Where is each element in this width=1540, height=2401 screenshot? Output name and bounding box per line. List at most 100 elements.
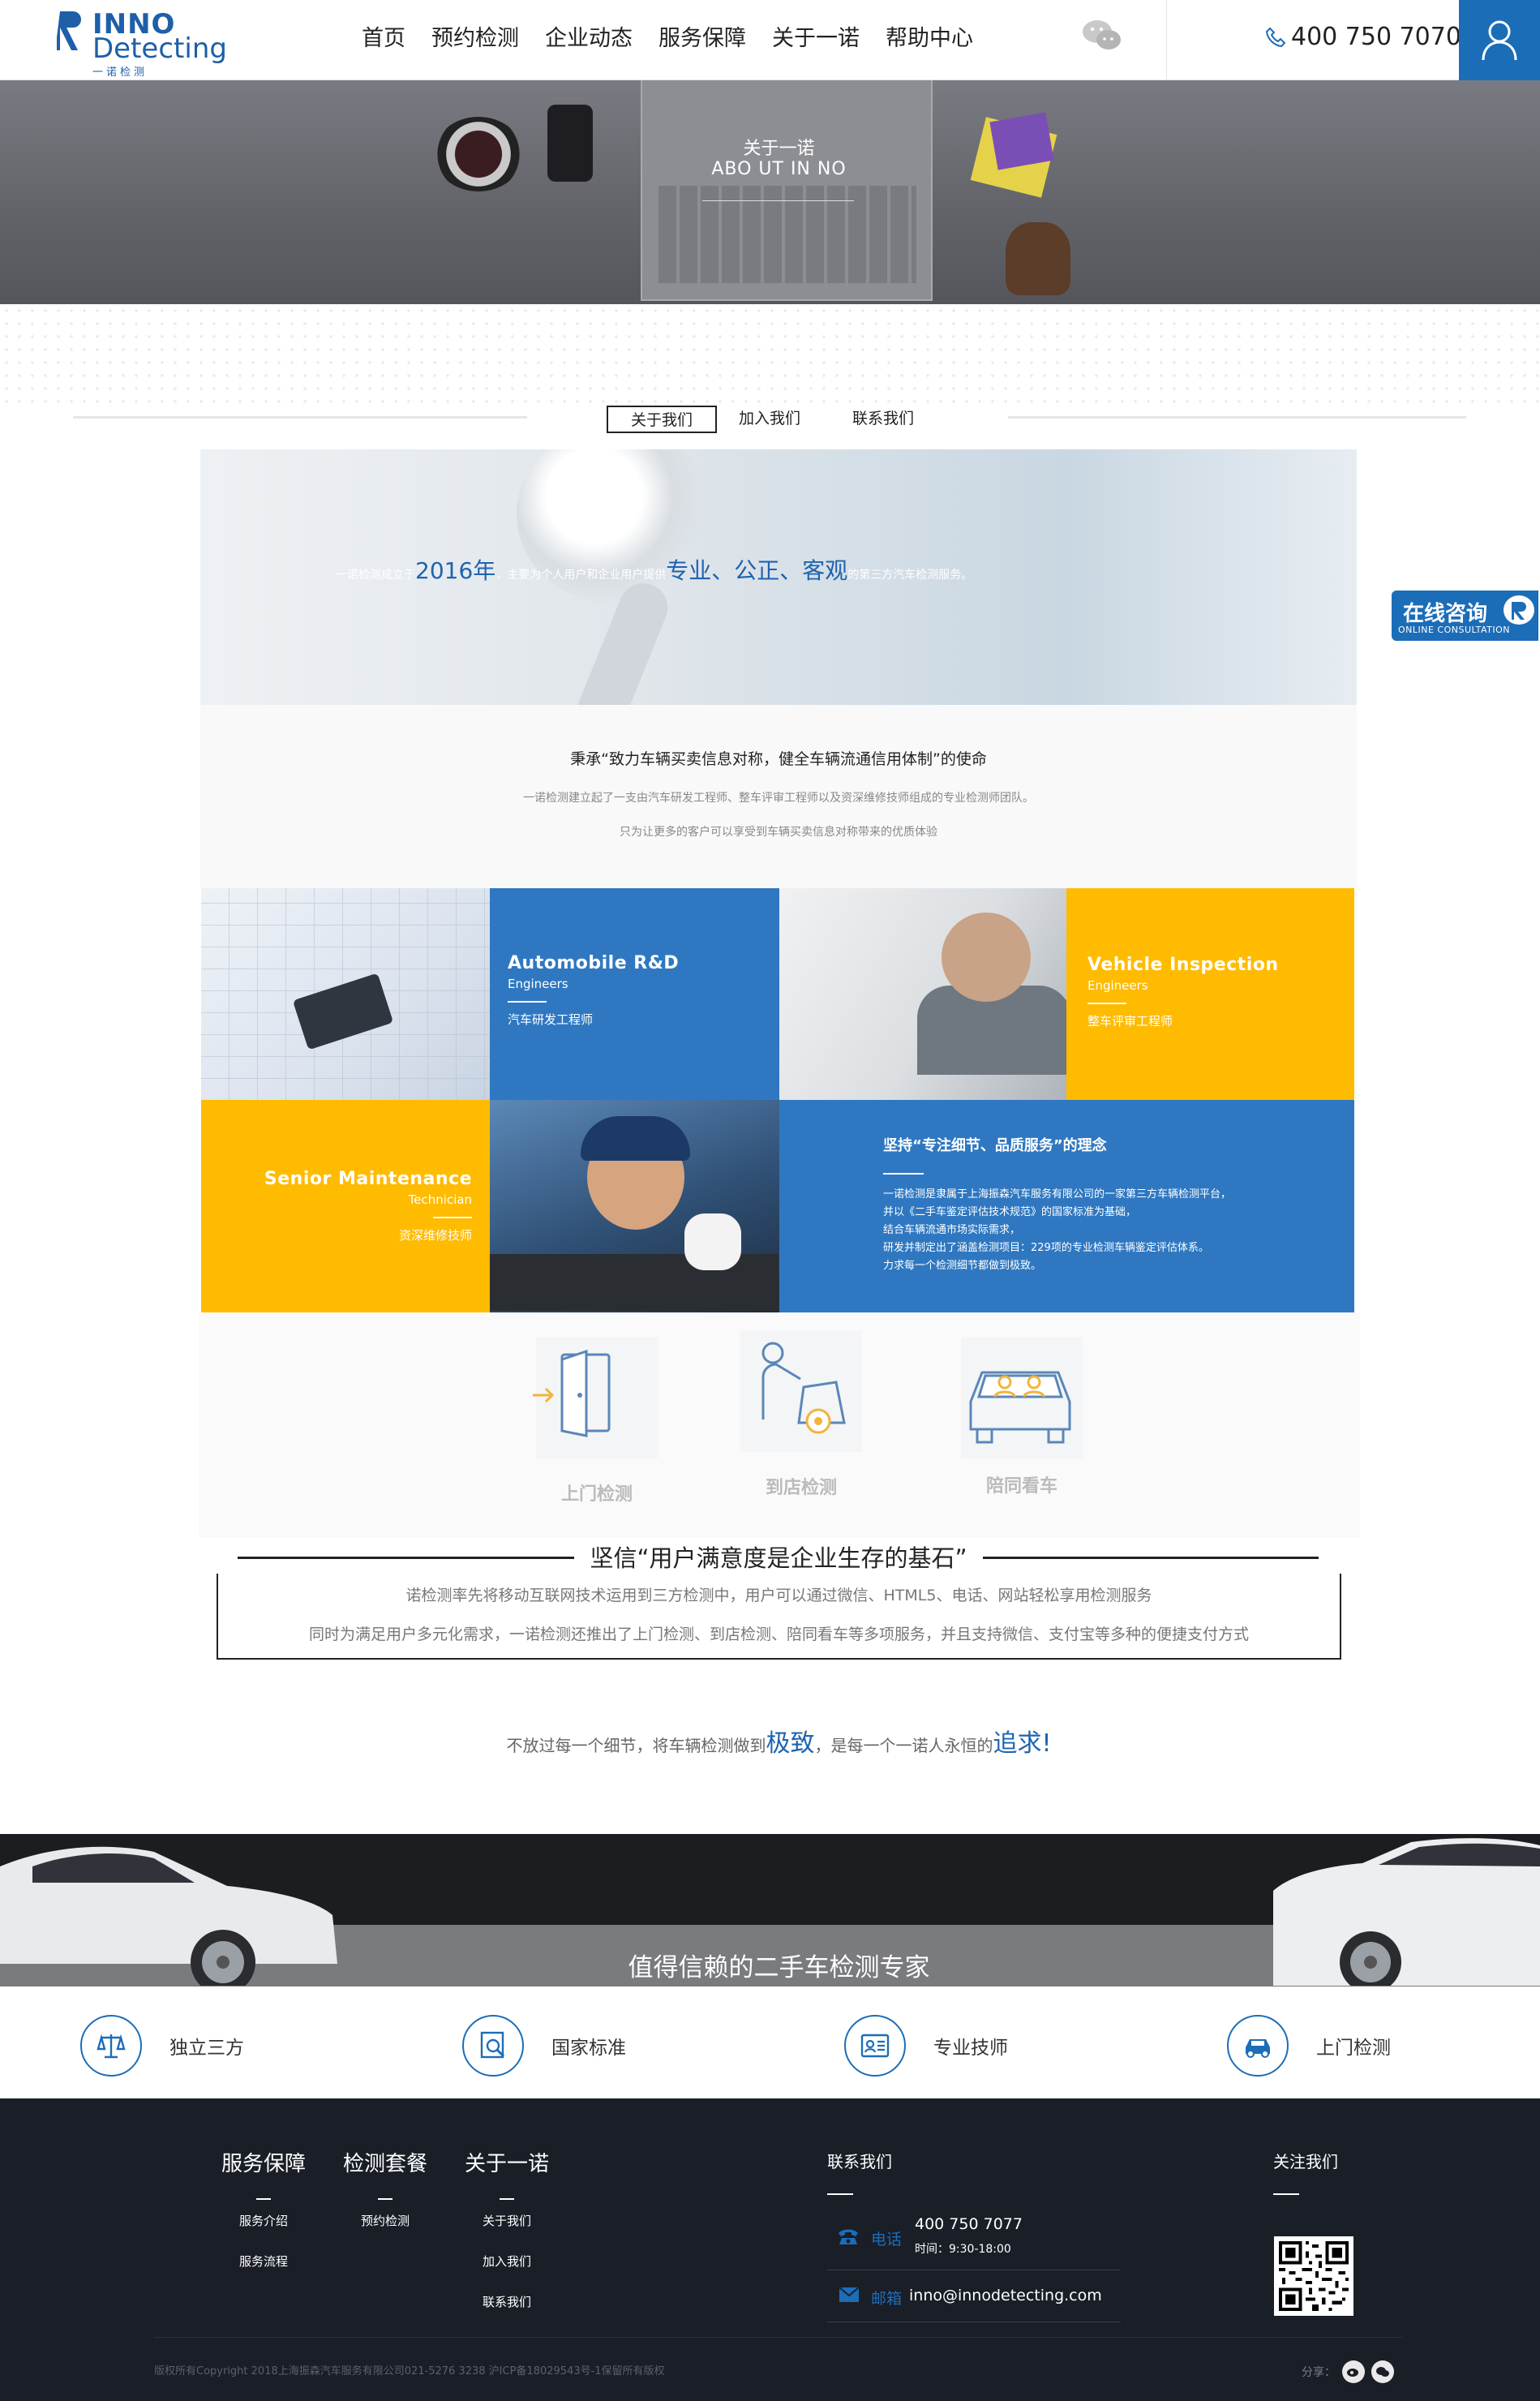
tab-contact-us[interactable]: 联系我们 [822, 406, 944, 433]
online-consultation-button[interactable]: 在线咨询 ONLINE CONSULTATION [1392, 591, 1538, 641]
nav-item-news[interactable]: 企业动态 [532, 23, 646, 55]
share-label: 分享： [1302, 2366, 1336, 2379]
phone-icon [1265, 27, 1286, 47]
philosophy-line-3: 结合车辆流通市场实际需求， [883, 1224, 1021, 1236]
rnd-card-text: Automobile R&D Engineers 汽车研发工程师 [508, 953, 679, 1028]
nav-item-help[interactable]: 帮助中心 [873, 23, 986, 55]
service-home-label: 上门检测 [560, 1484, 633, 1505]
rnd-card: Automobile R&D Engineers 汽车研发工程师 [490, 888, 779, 1100]
feature-home-label: 上门检测 [1316, 2038, 1391, 2059]
footer-phone-number[interactable]: 400 750 7077 [915, 2215, 1023, 2233]
about-hero-image: 一诺检测成立于2016年，主要为个人用户和企业用户提供专业、公正、客观的第三方汽… [200, 449, 1357, 705]
mission-line-2: 只为让更多的客户可以享受到车辆买卖信息对称带来的优质体验 [620, 826, 937, 839]
banner-title: 关于一诺 [743, 139, 815, 159]
vehicle-title-cn: 整车评审工程师 [1087, 1014, 1173, 1029]
subnav-line-left [73, 416, 527, 419]
philosophy-title: 坚持“专注细节、品质服务”的理念 [883, 1137, 1107, 1154]
footer-phone-row: 电话 400 750 7077 时间：9:30-18:00 [827, 2196, 1121, 2270]
footer-follow-title: 关注我们 [1273, 2152, 1338, 2171]
tab-join-us[interactable]: 加入我们 [717, 406, 822, 433]
philosophy-line-5: 力求每一个检测细节都做到极致。 [883, 1260, 1042, 1272]
subnav-line-right [1008, 416, 1466, 419]
feature-technician-label: 专业技师 [933, 2038, 1008, 2059]
senior-card: Senior Maintenance Technician 资深维修技师 [201, 1100, 490, 1312]
belief-box: 诺检测率先将移动互联网技术运用到三方检测中，用户可以通过微信、HTML5、电话、… [217, 1574, 1341, 1660]
footer-link-service-intro[interactable]: 服务介绍 [221, 2214, 307, 2227]
footer-phone-label: 电话 [871, 2231, 903, 2249]
slogan-mid: ，是每一个一诺人永恒的 [814, 1736, 993, 1755]
footer-link-contact-us[interactable]: 联系我们 [464, 2296, 550, 2309]
service-accompany[interactable]: 陪同看车 [938, 1337, 1100, 1499]
nav-item-home[interactable]: 首页 [349, 23, 418, 55]
service-home-inspection[interactable]: 上门检测 [513, 1337, 676, 1505]
hero-year: 2016年 [415, 557, 496, 584]
service-store-inspection[interactable]: 到店检测 [718, 1330, 880, 1498]
rnd-title-cn: 汽车研发工程师 [508, 1012, 594, 1027]
dotted-background [0, 304, 1540, 406]
car-people-icon [969, 1371, 1071, 1444]
consult-title: 在线咨询 [1403, 602, 1488, 626]
rnd-subtitle-en: Engineers [508, 977, 568, 991]
senior-photo [490, 1100, 779, 1312]
telephone-icon [839, 2229, 858, 2244]
car-band-title: 值得信赖的二手车检测专家 [628, 1953, 930, 1982]
footer-link-booking[interactable]: 预约检测 [342, 2214, 428, 2227]
tab-about-us[interactable]: 关于我们 [607, 406, 717, 433]
logo[interactable]: INNO Detecting 一诺检测 [57, 8, 227, 79]
nav-item-booking[interactable]: 预约检测 [418, 23, 532, 55]
user-account-button[interactable] [1459, 0, 1540, 80]
slogan-pre: 不放过每一个细节，将车辆检测做到 [506, 1736, 766, 1755]
wechat-share-icon[interactable] [1371, 2360, 1394, 2383]
service-store-label: 到店检测 [765, 1478, 837, 1498]
footer-follow-dash [1273, 2193, 1299, 2195]
footer-link-join-us[interactable]: 加入我们 [464, 2255, 550, 2268]
senior-card-text: Senior Maintenance Technician 资深维修技师 [264, 1169, 472, 1243]
hero-values: 专业、公正、客观 [666, 557, 848, 584]
footer-col-about: 关于一诺 关于我们 加入我们 联系我们 [464, 2147, 550, 2336]
banner-subtitle: ABO UT IN NO [711, 159, 847, 179]
nav-item-about[interactable]: 关于一诺 [759, 23, 873, 55]
weibo-icon[interactable] [1342, 2360, 1365, 2383]
service-icons-section: 上门检测 到店检测 陪同看车 [199, 1312, 1360, 1538]
site-footer: 服务保障 服务介绍 服务流程 检测套餐 预约检测 关于一诺 关于我们 加入我们 … [0, 2098, 1540, 2401]
slogan-highlight-2: 追求! [993, 1729, 1052, 1758]
belief-line-2: 同时为满足用户多元化需求，一诺检测还推出了上门检测、到店检测、陪同看车等多项服务… [308, 1626, 1249, 1643]
senior-title-cn: 资深维修技师 [398, 1228, 472, 1243]
feature-home-inspection: 上门检测 [1227, 2015, 1391, 2077]
certificate-icon [844, 2015, 906, 2077]
footer-link-about-us[interactable]: 关于我们 [464, 2214, 550, 2227]
chat-bubble-icon [1504, 595, 1534, 625]
footer-link-service-flow[interactable]: 服务流程 [221, 2255, 307, 2268]
page: INNO Detecting 一诺检测 首页 预约检测 企业动态 服务保障 关于… [0, 0, 1540, 2401]
logo-line3: 一诺检测 [92, 67, 148, 79]
copyright-text: 版权所有Copyright 2018上海振森汽车服务有限公司021-5276 3… [154, 2365, 665, 2377]
header-phone[interactable]: 400 750 7070 [1265, 23, 1461, 51]
vehicle-photo [779, 888, 1066, 1100]
feature-national-standard: 国家标准 [462, 2015, 626, 2077]
mission-line-1: 一诺检测建立起了一支由汽车研发工程师、整车评审工程师以及资深维修技师组成的专业检… [523, 792, 1034, 805]
wechat-icon[interactable] [1082, 18, 1122, 54]
footer-contact-dash [827, 2193, 853, 2195]
logo-mark-icon [57, 11, 81, 50]
hero-text-pre: 一诺检测成立于 [336, 569, 415, 582]
footer-separator [154, 2337, 1403, 2338]
footer-col-package-title[interactable]: 检测套餐 [342, 2147, 428, 2177]
feature-national-label: 国家标准 [551, 2038, 626, 2059]
magnifier-doc-icon [462, 2015, 524, 2077]
site-header: INNO Detecting 一诺检测 首页 预约检测 企业动态 服务保障 关于… [0, 0, 1540, 80]
car-icon [1227, 2015, 1289, 2077]
philosophy-card: 坚持“专注细节、品质服务”的理念 一诺检测是隶属于上海振森汽车服务有限公司的一家… [779, 1100, 1354, 1312]
logo-line2: Detecting [92, 32, 227, 65]
vehicle-title-en: Vehicle Inspection [1087, 955, 1279, 975]
nav-item-service[interactable]: 服务保障 [646, 23, 759, 55]
footer-col-service: 服务保障 服务介绍 服务流程 [221, 2147, 307, 2296]
user-icon [1482, 20, 1517, 60]
header-divider [1166, 0, 1167, 80]
footer-col-service-title[interactable]: 服务保障 [221, 2147, 307, 2177]
banner-laptop-image [641, 80, 933, 301]
footer-col-about-title[interactable]: 关于一诺 [464, 2147, 550, 2177]
rnd-photo [201, 888, 490, 1100]
footer-email[interactable]: inno@innodetecting.com [909, 2287, 1102, 2304]
door-arrow-icon [533, 1349, 611, 1437]
feature-pro-technician: 专业技师 [844, 2015, 1008, 2077]
